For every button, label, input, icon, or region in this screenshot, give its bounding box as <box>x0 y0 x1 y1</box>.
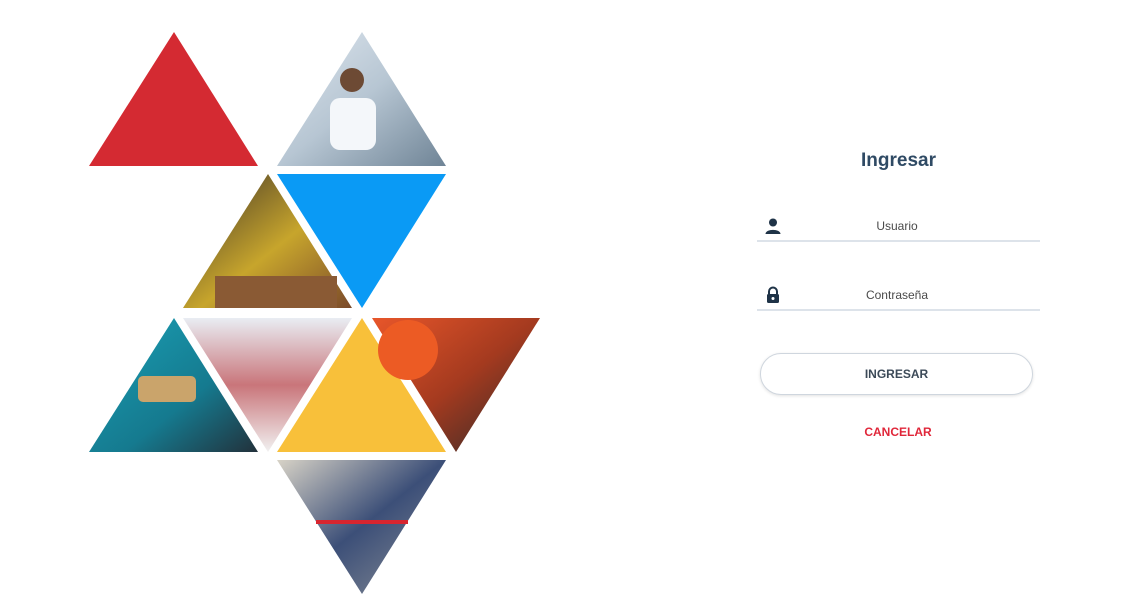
password-field <box>757 283 1040 311</box>
cancel-button[interactable]: CANCELAR <box>848 422 948 442</box>
red-triangle <box>89 32 258 166</box>
photo-vr-headset <box>138 376 196 402</box>
user-icon <box>765 218 781 234</box>
photo-triangle-ribbon <box>277 460 446 594</box>
photo-person-head <box>340 68 364 92</box>
photo-podium <box>215 276 337 308</box>
triangle-mosaic <box>89 32 540 594</box>
login-title: Ingresar <box>861 150 936 171</box>
lock-icon <box>767 286 779 303</box>
photo-person-body <box>330 98 376 150</box>
username-input[interactable] <box>787 214 1007 238</box>
photo-mascot-head <box>378 320 438 380</box>
password-input[interactable] <box>787 283 1007 307</box>
username-field <box>757 214 1040 242</box>
photo-ribbon <box>316 520 408 524</box>
login-button[interactable]: INGRESAR <box>760 353 1033 395</box>
